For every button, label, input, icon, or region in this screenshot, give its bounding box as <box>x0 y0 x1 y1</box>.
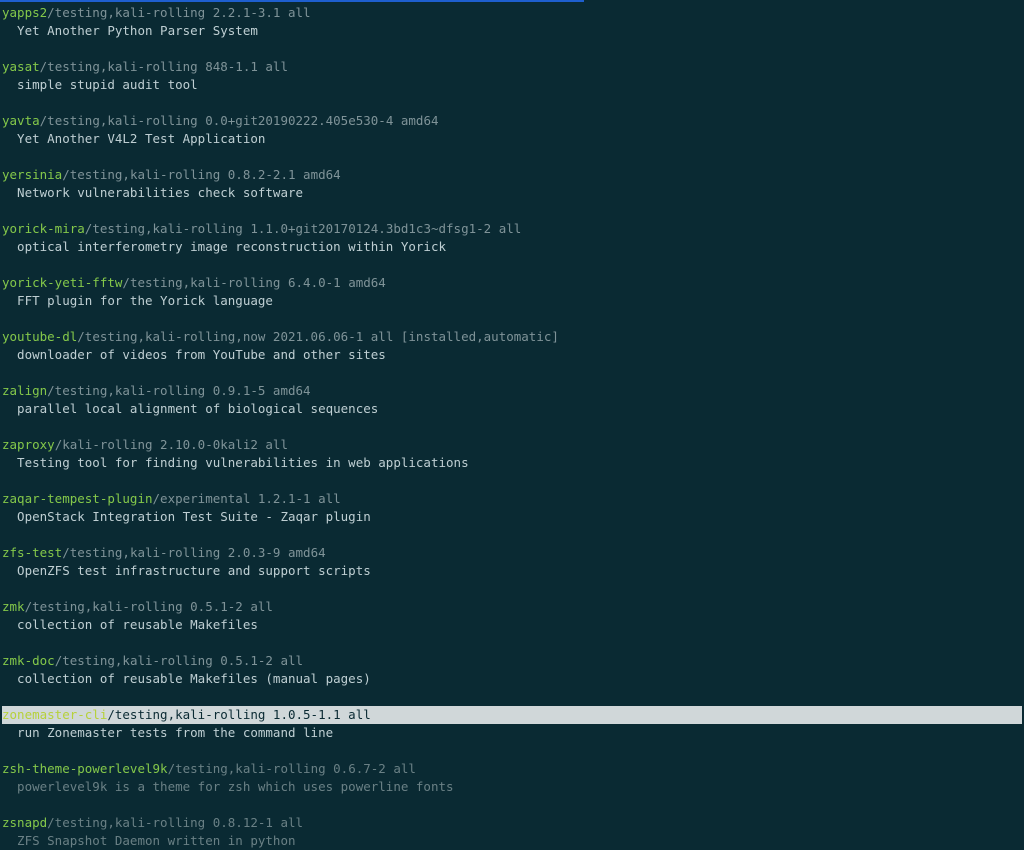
package-entry[interactable]: zaproxy/kali-rolling 2.10.0-0kali2 all <box>2 437 288 452</box>
package-desc: OpenStack Integration Test Suite - Zaqar… <box>2 509 371 524</box>
package-meta: /testing,kali-rolling 848-1.1 all <box>40 59 288 74</box>
package-entry[interactable]: youtube-dl/testing,kali-rolling,now 2021… <box>2 329 559 344</box>
package-entry[interactable]: yersinia/testing,kali-rolling 0.8.2-2.1 … <box>2 167 341 182</box>
package-name: zaqar-tempest-plugin <box>2 491 153 506</box>
package-meta: /testing,kali-rolling 0.5.1-2 all <box>55 653 303 668</box>
package-entry[interactable]: zmk/testing,kali-rolling 0.5.1-2 all <box>2 599 273 614</box>
package-entry[interactable]: zalign/testing,kali-rolling 0.9.1-5 amd6… <box>2 383 311 398</box>
package-name: zmk <box>2 599 25 614</box>
package-entry[interactable]: yasat/testing,kali-rolling 848-1.1 all <box>2 59 288 74</box>
package-entry[interactable]: yorick-mira/testing,kali-rolling 1.1.0+g… <box>2 221 521 236</box>
package-meta: /testing,kali-rolling,now 2021.06.06-1 a… <box>77 329 559 344</box>
package-meta: /testing,kali-rolling 0.0+git20190222.40… <box>40 113 439 128</box>
package-entry[interactable]: yavta/testing,kali-rolling 0.0+git201902… <box>2 113 439 128</box>
package-name: zsh-theme-powerlevel9k <box>2 761 168 776</box>
package-desc: Network vulnerabilities check software <box>2 185 303 200</box>
package-name: zonemaster-cli <box>2 707 107 722</box>
package-entry-highlighted[interactable]: zonemaster-cli/testing,kali-rolling 1.0.… <box>2 706 1022 724</box>
package-desc: run Zonemaster tests from the command li… <box>2 725 333 740</box>
package-desc: simple stupid audit tool <box>2 77 198 92</box>
package-desc: collection of reusable Makefiles <box>2 617 258 632</box>
package-desc: ZFS Snapshot Daemon written in python <box>2 833 296 848</box>
package-entry[interactable]: zsnapd/testing,kali-rolling 0.8.12-1 all <box>2 815 303 830</box>
package-meta: /testing,kali-rolling 0.5.1-2 all <box>25 599 273 614</box>
package-entry[interactable]: yorick-yeti-fftw/testing,kali-rolling 6.… <box>2 275 386 290</box>
package-desc: Testing tool for finding vulnerabilities… <box>2 455 469 470</box>
terminal-output[interactable]: yapps2/testing,kali-rolling 2.2.1-3.1 al… <box>0 2 1024 850</box>
package-desc: collection of reusable Makefiles (manual… <box>2 671 371 686</box>
package-meta: /testing,kali-rolling 2.2.1-3.1 all <box>47 5 310 20</box>
package-entry[interactable]: zmk-doc/testing,kali-rolling 0.5.1-2 all <box>2 653 303 668</box>
package-desc: FFT plugin for the Yorick language <box>2 293 273 308</box>
package-meta: /kali-rolling 2.10.0-0kali2 all <box>55 437 288 452</box>
package-name: yorick-mira <box>2 221 85 236</box>
package-meta: /testing,kali-rolling 1.1.0+git20170124.… <box>85 221 522 236</box>
package-name: zalign <box>2 383 47 398</box>
package-desc: parallel local alignment of biological s… <box>2 401 378 416</box>
package-name: yasat <box>2 59 40 74</box>
package-entry[interactable]: yapps2/testing,kali-rolling 2.2.1-3.1 al… <box>2 5 311 20</box>
package-meta: /testing,kali-rolling 2.0.3-9 amd64 <box>62 545 325 560</box>
package-desc: OpenZFS test infrastructure and support … <box>2 563 371 578</box>
package-meta: /testing,kali-rolling 0.8.2-2.1 amd64 <box>62 167 340 182</box>
package-desc: downloader of videos from YouTube and ot… <box>2 347 386 362</box>
package-entry[interactable]: zaqar-tempest-plugin/experimental 1.2.1-… <box>2 491 341 506</box>
package-name: zsnapd <box>2 815 47 830</box>
package-name: yavta <box>2 113 40 128</box>
package-name: zmk-doc <box>2 653 55 668</box>
package-meta: /testing,kali-rolling 0.8.12-1 all <box>47 815 303 830</box>
package-meta: /experimental 1.2.1-1 all <box>153 491 341 506</box>
package-name: zfs-test <box>2 545 62 560</box>
package-meta: /testing,kali-rolling 0.9.1-5 amd64 <box>47 383 310 398</box>
package-name: yorick-yeti-fftw <box>2 275 122 290</box>
package-meta: /testing,kali-rolling 1.0.5-1.1 all <box>107 707 370 722</box>
package-desc: powerlevel9k is a theme for zsh which us… <box>2 779 454 794</box>
package-meta: /testing,kali-rolling 6.4.0-1 amd64 <box>122 275 385 290</box>
package-desc: optical interferometry image reconstruct… <box>2 239 446 254</box>
package-name: yersinia <box>2 167 62 182</box>
package-meta: /testing,kali-rolling 0.6.7-2 all <box>168 761 416 776</box>
package-entry[interactable]: zfs-test/testing,kali-rolling 2.0.3-9 am… <box>2 545 326 560</box>
package-desc: Yet Another Python Parser System <box>2 23 258 38</box>
package-desc: Yet Another V4L2 Test Application <box>2 131 265 146</box>
package-name: zaproxy <box>2 437 55 452</box>
package-entry[interactable]: zsh-theme-powerlevel9k/testing,kali-roll… <box>2 761 416 776</box>
package-name: yapps2 <box>2 5 47 20</box>
package-name: youtube-dl <box>2 329 77 344</box>
